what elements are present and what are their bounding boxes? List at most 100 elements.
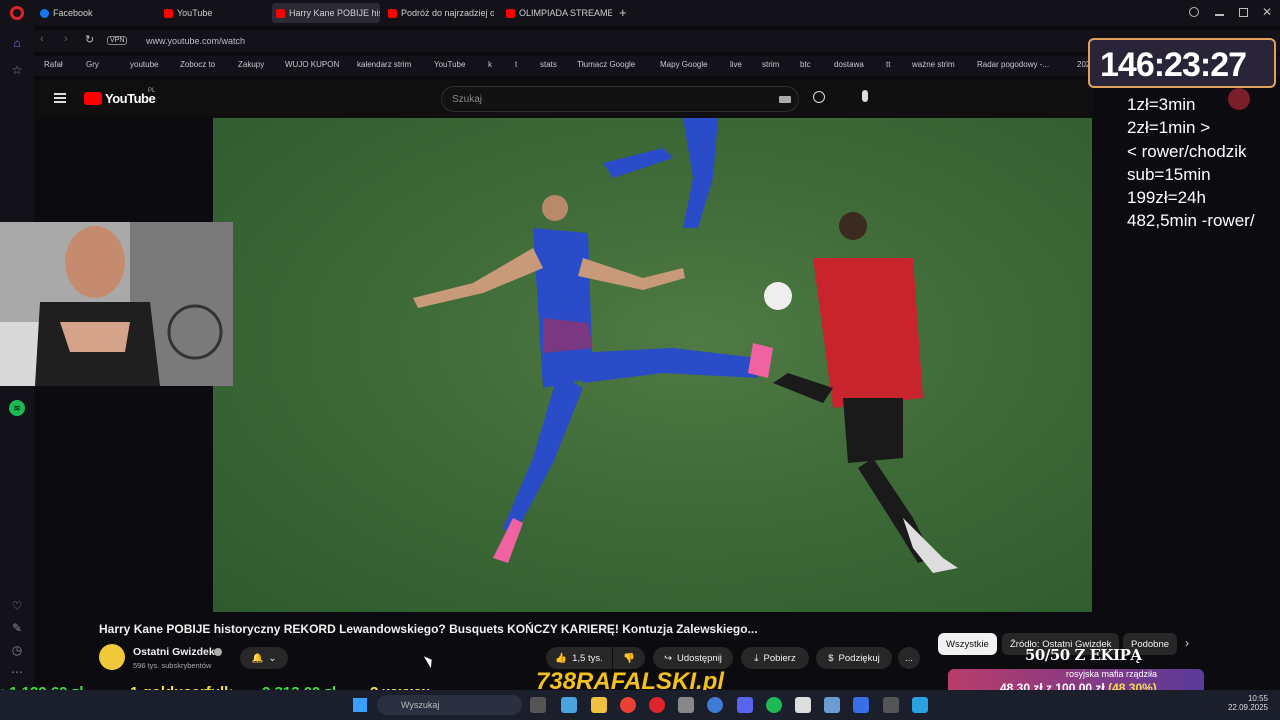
search-placeholder: Szukaj [452, 93, 483, 105]
search-tabs-icon[interactable] [1189, 7, 1199, 17]
windows-start-icon[interactable] [353, 698, 367, 712]
close-window-icon[interactable]: ✕ [1262, 5, 1272, 19]
url-field[interactable]: www.youtube.com/watch [142, 32, 1082, 50]
chrome-icon[interactable] [620, 697, 636, 713]
bookmark-item[interactable]: dostawa [834, 60, 864, 69]
thumbs-up-icon: 👍 [555, 652, 568, 664]
bookmark-item[interactable]: youtube [130, 60, 158, 69]
forward-icon[interactable]: › [64, 33, 68, 45]
bookmark-item[interactable]: YouTube [434, 60, 465, 69]
maximize-icon[interactable] [1239, 8, 1248, 17]
minimize-icon[interactable] [1215, 14, 1224, 16]
history-icon[interactable]: ◷ [9, 642, 25, 658]
opera-icon[interactable] [649, 697, 665, 713]
video-player[interactable] [213, 118, 1092, 612]
back-icon[interactable]: ‹ [40, 33, 44, 45]
share-icon: ↪ [664, 652, 673, 664]
spotify-icon[interactable] [766, 697, 782, 713]
app-icon[interactable] [678, 697, 694, 713]
mic-icon[interactable] [862, 90, 868, 102]
tab-youtube[interactable]: YouTube [160, 3, 270, 23]
home-icon[interactable]: ⌂ [9, 35, 25, 51]
windows-taskbar: Wyszukaj 10:55 22.09.2025 [0, 690, 1280, 720]
bookmark-item[interactable]: tt [886, 60, 890, 69]
youtube-icon [388, 8, 397, 18]
task-view-icon[interactable] [530, 697, 546, 713]
reload-icon[interactable]: ↻ [85, 33, 94, 46]
tab-label: YouTube [177, 8, 213, 18]
clock-date: 22.09.2025 [1227, 703, 1268, 712]
widgets-icon[interactable] [561, 697, 577, 713]
thanks-label: Podziękuj [838, 652, 880, 664]
taskbar-search[interactable]: Wyszukaj [377, 695, 522, 715]
more-icon[interactable]: ⋯ [9, 664, 25, 680]
app-icon[interactable] [707, 697, 723, 713]
vpn-badge[interactable]: VPN [107, 36, 128, 45]
bookmark-item[interactable]: Mapy Google [660, 60, 708, 69]
bookmark-item[interactable]: Zobocz to [180, 60, 215, 69]
dislike-button[interactable]: 👎 [613, 647, 645, 669]
bookmark-item[interactable]: live [730, 60, 742, 69]
heart-icon[interactable]: ♡ [9, 598, 25, 614]
app-icon[interactable] [883, 697, 899, 713]
tab-label: Podróż do najrzadziej odw [401, 8, 494, 18]
bookmark-item[interactable]: stats [540, 60, 557, 69]
download-button[interactable]: ⤓ Pobierz [741, 647, 809, 669]
bookmark-item[interactable]: Zakupy [238, 60, 264, 69]
thumbs-down-icon: 👎 [623, 652, 635, 664]
new-tab-button[interactable]: + [619, 5, 627, 20]
chevron-down-icon: ⌄ [268, 652, 277, 664]
chip-all[interactable]: Wszystkie [938, 633, 997, 655]
bookmark-item[interactable]: t [515, 60, 517, 69]
avatar[interactable] [1228, 88, 1250, 110]
share-button[interactable]: ↪ Udostępnij [653, 647, 733, 669]
more-actions-button[interactable]: ... [898, 647, 920, 669]
search-icon[interactable] [813, 91, 825, 103]
spotify-icon[interactable]: ≋ [9, 400, 25, 416]
youtube-icon [164, 8, 173, 18]
search-input[interactable]: Szukaj [441, 86, 799, 112]
app-icon[interactable] [795, 697, 811, 713]
thanks-button[interactable]: $ Podziękuj [816, 647, 892, 669]
file-explorer-icon[interactable] [591, 697, 607, 713]
bookmark-item[interactable]: ważne strim [912, 60, 955, 69]
bookmark-item[interactable]: k [488, 60, 492, 69]
tab-olimpiada[interactable]: OLIMPIADA STREAMERÓW [502, 3, 612, 23]
notification-bell-button[interactable]: 🔔 ⌄ [240, 647, 288, 669]
price-line: sub=15min [1127, 164, 1211, 184]
channel-name[interactable]: Ostatni Gwizdek [133, 646, 215, 658]
chevron-right-icon[interactable]: › [1185, 636, 1189, 650]
bell-icon: 🔔 [251, 652, 264, 664]
tab-label: OLIMPIADA STREAMERÓW [519, 8, 612, 18]
bookmark-item[interactable]: kalendarz strim [357, 60, 411, 69]
bookmark-item[interactable]: Tłumacz Google [577, 60, 635, 69]
price-list: 1zł=3min 2zł=1min > < rower/chodzik sub=… [1127, 93, 1280, 233]
app-icon[interactable] [912, 697, 928, 713]
youtube-icon [506, 8, 515, 18]
keyboard-icon[interactable] [779, 96, 791, 103]
tab-facebook[interactable]: Facebook [36, 3, 150, 23]
player-head [542, 195, 568, 221]
star-icon[interactable]: ☆ [9, 62, 25, 78]
system-clock[interactable]: 10:55 22.09.2025 [1222, 694, 1268, 712]
tab-harry-kane[interactable]: Harry Kane POBIJE his [272, 3, 380, 23]
app-icon[interactable] [824, 697, 840, 713]
youtube-logo-icon[interactable] [84, 92, 102, 105]
tab-label: Harry Kane POBIJE his [289, 8, 380, 18]
opera-logo-icon[interactable] [10, 6, 24, 20]
bookmark-item[interactable]: Gry [86, 60, 99, 69]
bookmark-item[interactable]: btc [800, 60, 811, 69]
menu-icon[interactable] [54, 93, 66, 103]
bookmark-item[interactable]: Rafał [44, 60, 63, 69]
bookmark-item[interactable]: WUJO KUPON [285, 60, 339, 69]
app-icon[interactable] [853, 697, 869, 713]
subathon-timer: 146:23:27 [1088, 38, 1276, 88]
like-button[interactable]: 👍 1,5 tys. [546, 647, 612, 669]
bookmark-item[interactable]: Radar pogodowy -... [977, 60, 1049, 69]
edit-icon[interactable]: ✎ [9, 620, 25, 636]
discord-icon[interactable] [737, 697, 753, 713]
bookmark-item[interactable]: strim [762, 60, 779, 69]
tab-podroz[interactable]: Podróż do najrzadziej odw [384, 3, 494, 23]
share-label: Udostępnij [677, 652, 722, 664]
channel-avatar[interactable] [99, 644, 125, 670]
